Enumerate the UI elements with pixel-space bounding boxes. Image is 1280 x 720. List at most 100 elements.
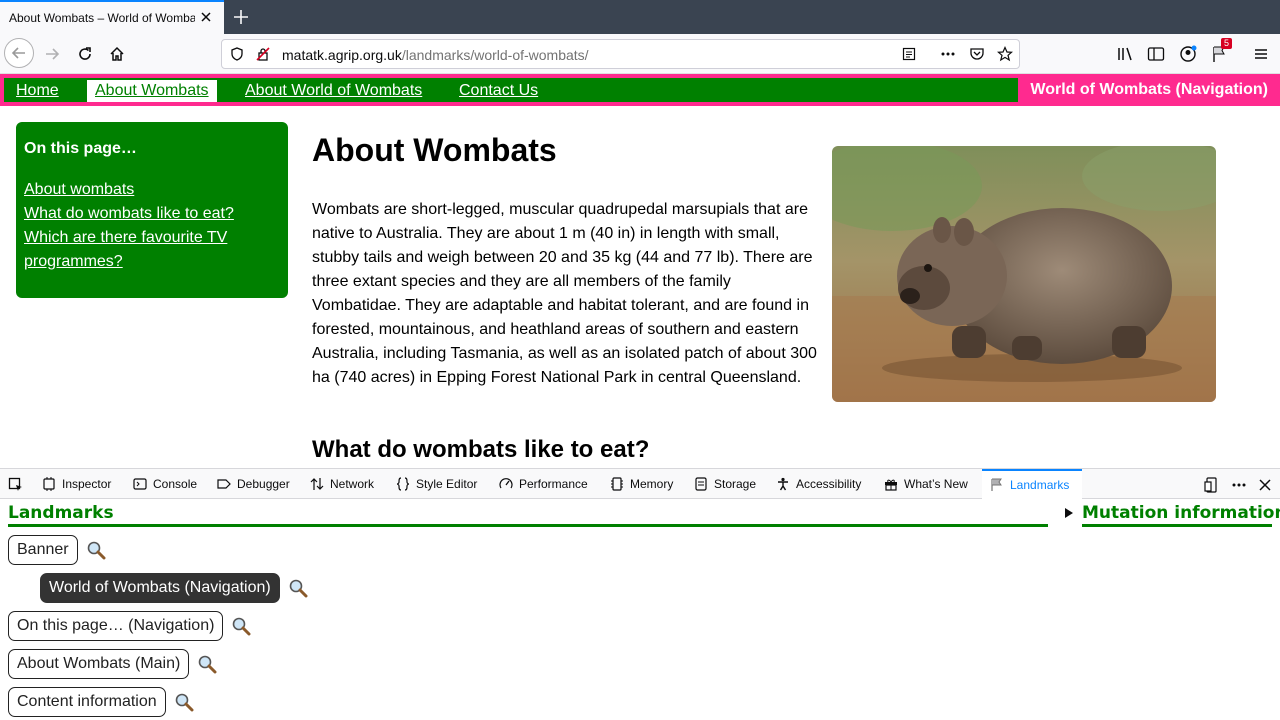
- tab-label: Console: [153, 477, 198, 491]
- tab-style-editor[interactable]: Style Editor: [396, 469, 477, 499]
- magnifier-icon[interactable]: [231, 616, 251, 636]
- pocket-icon[interactable]: [969, 47, 985, 61]
- hamburger-menu-icon[interactable]: [1253, 46, 1269, 62]
- style-editor-icon: [396, 477, 410, 491]
- reload-button[interactable]: [71, 40, 99, 68]
- shield-icon[interactable]: [230, 47, 244, 61]
- landmark-button-toc-nav[interactable]: On this page… (Navigation): [8, 611, 224, 641]
- performance-icon: [499, 478, 513, 489]
- gift-icon: [885, 479, 897, 491]
- landmark-item: Banner: [8, 535, 106, 565]
- tab-label: Memory: [630, 477, 674, 491]
- tab-console[interactable]: Console: [133, 469, 197, 499]
- site-nav-label: World of Wombats (Navigation): [1030, 81, 1268, 98]
- toc-link-about[interactable]: About wombats: [24, 178, 280, 202]
- back-button[interactable]: [4, 38, 34, 68]
- tab-accessibility[interactable]: Accessibility: [776, 469, 861, 499]
- bookmark-star-icon[interactable]: [997, 46, 1013, 62]
- tab-whats-new[interactable]: What’s New: [884, 469, 968, 499]
- mutation-information-heading[interactable]: Mutation information: [1082, 503, 1280, 527]
- browser-tab[interactable]: About Wombats – World of Wombats: [0, 0, 224, 34]
- nav-link-home[interactable]: Home: [16, 80, 59, 102]
- home-button[interactable]: [103, 40, 131, 68]
- tab-performance[interactable]: Performance: [499, 469, 588, 499]
- tab-inspector[interactable]: Inspector: [42, 469, 111, 499]
- forward-button[interactable]: [38, 40, 66, 68]
- url-host: matatk.agrip.org.uk: [282, 47, 402, 63]
- intro-paragraph: Wombats are short-legged, muscular quadr…: [312, 201, 817, 386]
- landmark-button-banner[interactable]: Banner: [8, 535, 78, 565]
- library-icon[interactable]: [1117, 46, 1135, 62]
- accessibility-icon: [778, 477, 788, 491]
- tab-label: Inspector: [62, 477, 112, 491]
- debugger-icon: [217, 479, 231, 489]
- magnifier-icon[interactable]: [174, 692, 194, 712]
- landmark-item: About Wombats (Main): [8, 649, 217, 679]
- page-actions-icon[interactable]: [940, 47, 956, 61]
- tab-label: Performance: [519, 477, 588, 491]
- storage-icon: [695, 477, 707, 491]
- magnifier-icon[interactable]: [288, 578, 308, 598]
- landmark-item: World of Wombats (Navigation): [40, 573, 308, 603]
- toc-link-eat[interactable]: What do wombats like to eat?: [24, 202, 280, 226]
- tab-debugger[interactable]: Debugger: [217, 469, 290, 499]
- tab-landmarks[interactable]: Landmarks: [982, 469, 1082, 499]
- home-icon: [110, 46, 124, 61]
- magnifier-icon[interactable]: [197, 654, 217, 674]
- tab-label: What’s New: [904, 477, 968, 491]
- new-tab-icon[interactable]: [231, 7, 251, 27]
- landmark-button-site-nav[interactable]: World of Wombats (Navigation): [40, 573, 280, 603]
- url-bar[interactable]: matatk.agrip.org.uk/landmarks/world-of-w…: [221, 39, 1020, 69]
- on-this-page-navigation: On this page… About wombats What do womb…: [16, 122, 288, 298]
- tab-label: Debugger: [237, 477, 290, 491]
- landmark-button-main[interactable]: About Wombats (Main): [8, 649, 190, 679]
- network-icon: [310, 478, 324, 490]
- inspector-icon: [43, 477, 55, 491]
- landmarks-extension-button[interactable]: 5: [1211, 38, 1235, 64]
- tab-storage[interactable]: Storage: [694, 469, 756, 499]
- console-icon: [133, 478, 147, 490]
- tab-label: Storage: [714, 477, 757, 491]
- nav-link-about-world[interactable]: About World of Wombats: [245, 80, 422, 102]
- sidebar-icon[interactable]: [1147, 46, 1165, 62]
- url-path: /landmarks/world-of-wombats/: [401, 47, 589, 63]
- tab-title: About Wombats – World of Wombats: [9, 11, 195, 25]
- tab-network[interactable]: Network: [310, 469, 374, 499]
- responsive-design-icon[interactable]: [1204, 477, 1220, 493]
- close-devtools-icon[interactable]: [1258, 478, 1272, 492]
- landmarks-flag-icon: [991, 478, 1002, 491]
- tab-label: Accessibility: [796, 477, 862, 491]
- site-navigation-landmark: Home About Wombats About World of Wombat…: [0, 74, 1280, 106]
- tab-label: Network: [330, 477, 375, 491]
- memory-icon: [611, 477, 623, 491]
- site-nav-bar: Home About Wombats About World of Wombat…: [4, 78, 1018, 102]
- landmark-button-contentinfo[interactable]: Content information: [8, 687, 166, 717]
- back-arrow-icon: [11, 47, 25, 59]
- tab-label: Style Editor: [416, 477, 478, 491]
- account-icon[interactable]: [1179, 45, 1197, 63]
- close-tab-icon[interactable]: [198, 9, 214, 25]
- landmark-item: On this page… (Navigation): [8, 611, 251, 641]
- devtools-menu-icon[interactable]: [1231, 477, 1247, 493]
- devtools-toolbar: Inspector Console Debugger Network Style…: [0, 469, 1280, 499]
- tab-label: Landmarks: [1010, 478, 1070, 492]
- wombat-photo: [832, 146, 1216, 402]
- nav-link-contact[interactable]: Contact Us: [459, 80, 538, 102]
- reader-view-icon[interactable]: [902, 47, 916, 61]
- magnifier-icon[interactable]: [86, 540, 106, 560]
- landmarks-heading: Landmarks: [8, 503, 1048, 527]
- tab-strip: About Wombats – World of Wombats: [0, 0, 1280, 34]
- insecure-lock-icon[interactable]: [256, 47, 270, 61]
- tab-memory[interactable]: Memory: [610, 469, 673, 499]
- toc-heading: On this page…: [24, 140, 137, 157]
- nav-link-about-wombats[interactable]: About Wombats: [87, 80, 217, 102]
- notification-badge: 5: [1221, 38, 1233, 49]
- reload-icon: [79, 47, 91, 60]
- toc-link-tv[interactable]: Which are there favourite TV programmes?: [24, 226, 280, 274]
- url-text: matatk.agrip.org.uk/landmarks/world-of-w…: [282, 47, 589, 63]
- navigation-toolbar: matatk.agrip.org.uk/landmarks/world-of-w…: [0, 34, 1280, 74]
- page-title: About Wombats: [312, 132, 557, 168]
- element-picker-icon[interactable]: [8, 477, 24, 493]
- disclosure-triangle-icon[interactable]: [1064, 507, 1074, 519]
- landmark-item: Content information: [8, 687, 194, 717]
